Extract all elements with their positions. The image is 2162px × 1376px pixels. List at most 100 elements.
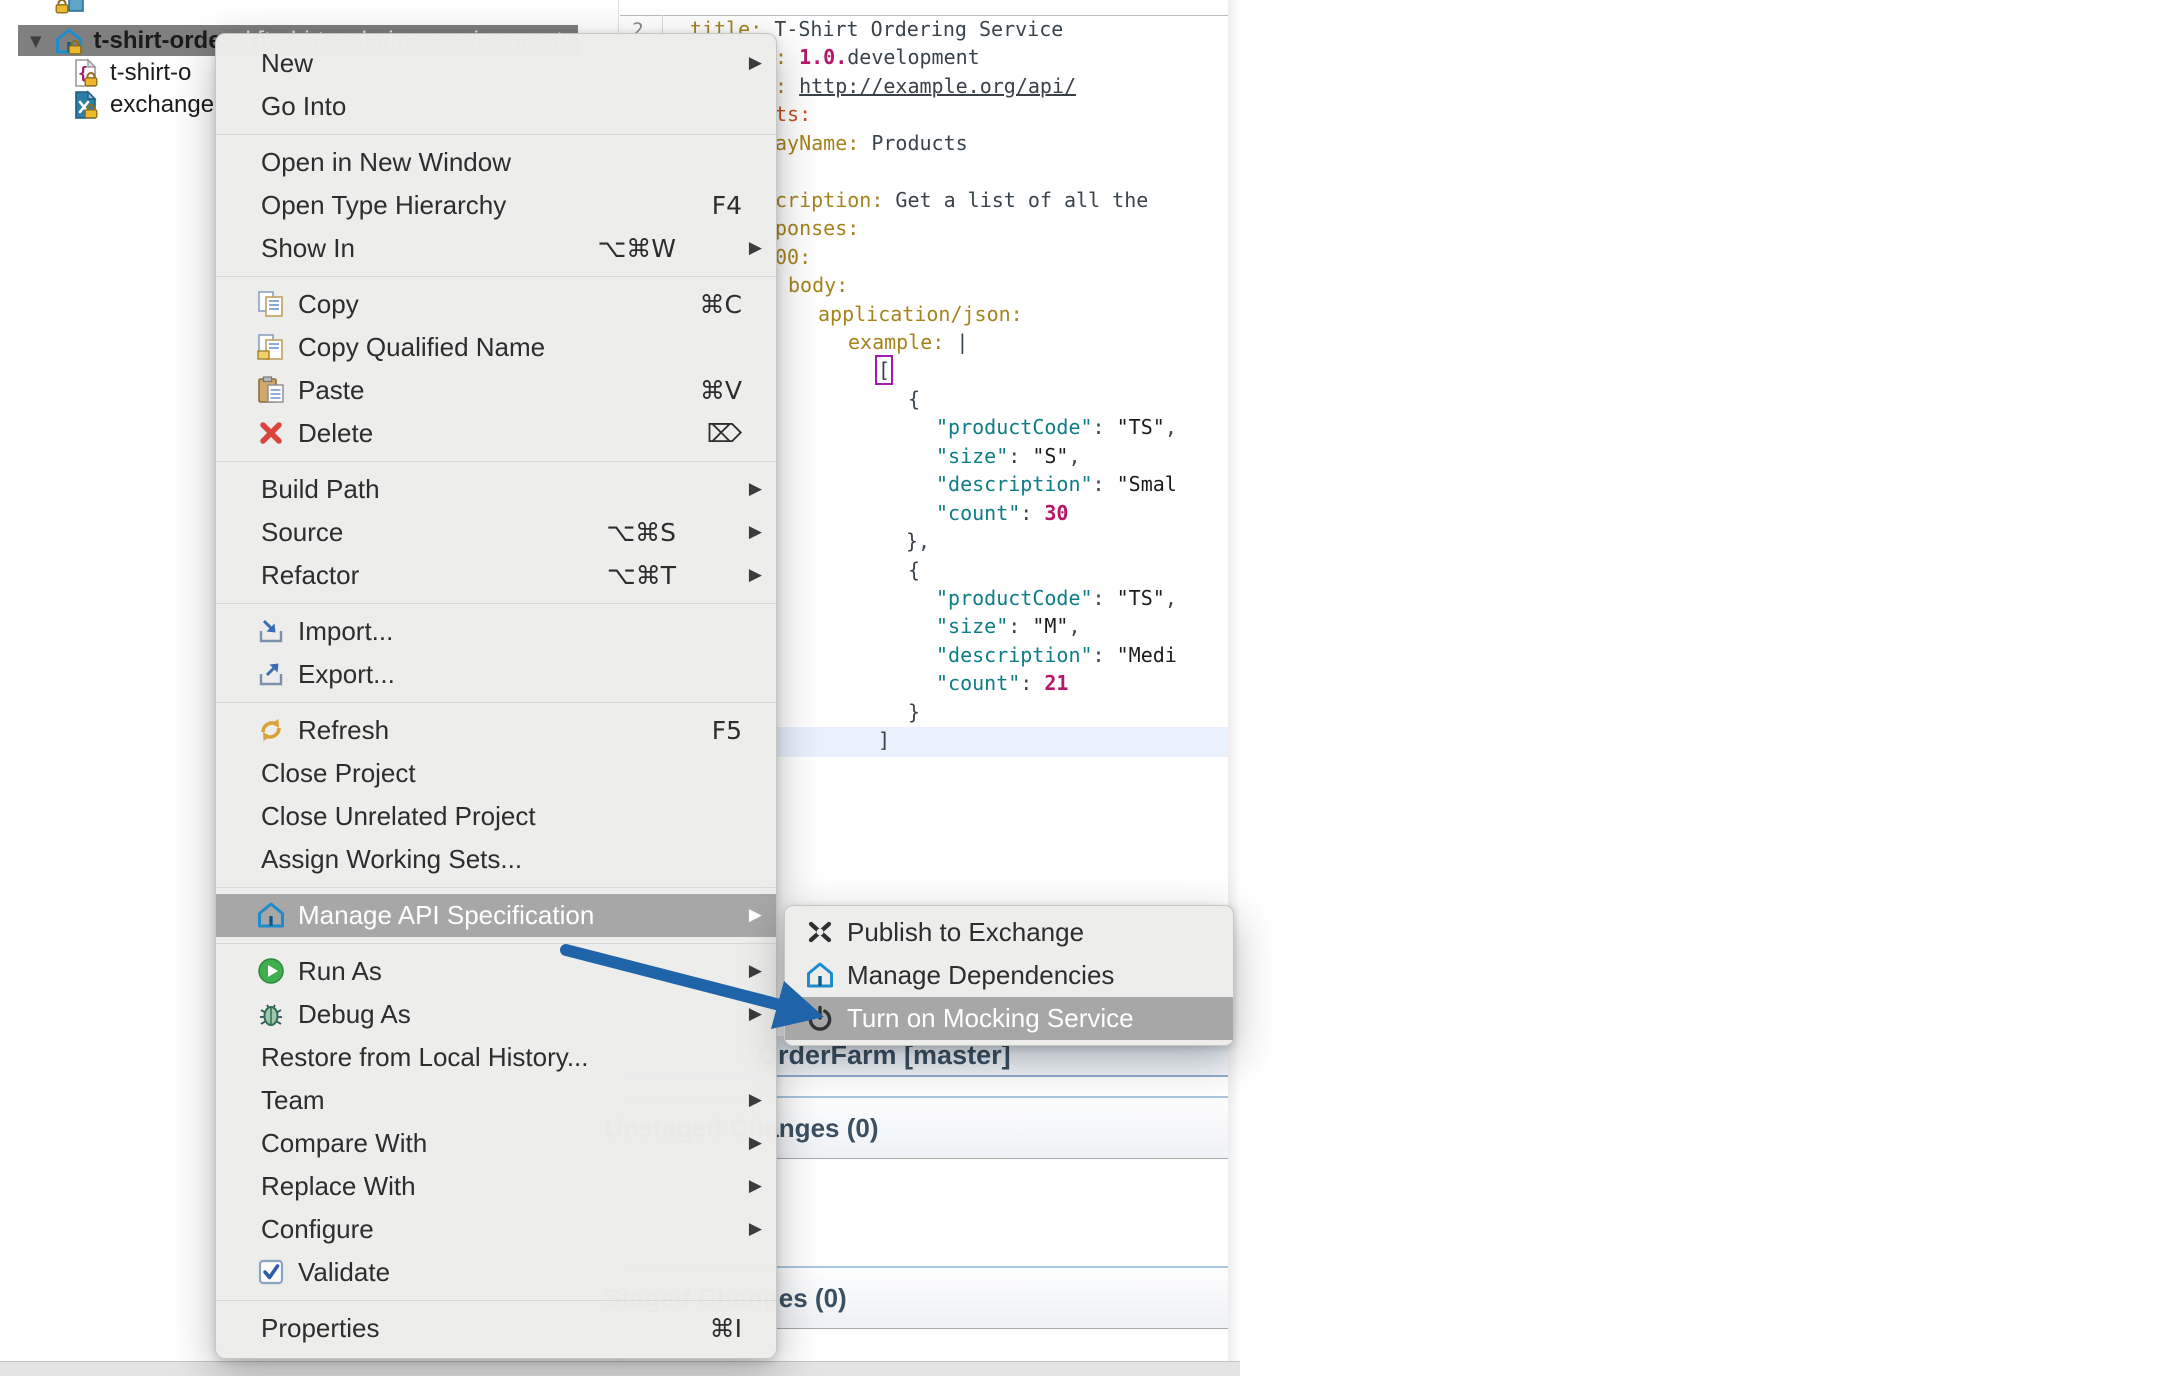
exchange-icon (805, 917, 835, 947)
run-icon (256, 956, 286, 986)
menu-item-run-as[interactable]: Run As ▶ (216, 950, 776, 993)
menu-item-import[interactable]: Import... (216, 610, 776, 653)
menu-item-label: Manage API Specification (298, 894, 594, 937)
submenu-item-manage-dependencies[interactable]: Manage Dependencies (785, 954, 1233, 997)
menu-item-properties[interactable]: Properties⌘I (216, 1307, 776, 1350)
code-line-5: ts: (775, 102, 811, 131)
code-line-24: "description": "Medi (936, 643, 1177, 672)
menu-item-label: Replace With (261, 1165, 416, 1208)
menu-item-copy[interactable]: Copy⌘C (216, 283, 776, 326)
submenu-arrow-icon: ▶ (749, 511, 762, 554)
editor-top-border (620, 15, 1228, 16)
submenu-arrow-icon: ▶ (749, 42, 762, 85)
lock-badge (69, 41, 81, 54)
submenu-arrow-icon: ▶ (749, 1079, 762, 1122)
window-right-edge (1228, 0, 1240, 1376)
menu-item-shortcut: F5 (712, 709, 742, 752)
menu-item-label: Paste (298, 369, 365, 412)
import-icon (256, 616, 286, 646)
code-line-6: ayName: Products (775, 131, 968, 160)
code-line-20: }, (906, 529, 930, 558)
menu-item-label: Refresh (298, 709, 389, 752)
menu-item-label: Import... (298, 610, 393, 653)
menu-item-shortcut: ⌘V (700, 369, 742, 412)
submenu-item-turn-on-mocking-service[interactable]: Turn on Mocking Service (785, 997, 1233, 1040)
menu-item-label: Configure (261, 1208, 374, 1251)
menu-item-label: Close Project (261, 752, 416, 795)
menu-item-source[interactable]: Source⌥⌘S▶ (216, 511, 776, 554)
code-line-25: "count": 21 (936, 671, 1068, 700)
submenu-arrow-icon: ▶ (749, 950, 762, 993)
menu-item-team[interactable]: Team▶ (216, 1079, 776, 1122)
menu-item-refresh[interactable]: Refresh F5 (216, 709, 776, 752)
code-line-3: : 1.0.development (775, 45, 980, 74)
tree-row-label: t-shirt-o (110, 59, 191, 87)
code-line-26: } (908, 700, 920, 729)
menu-item-refactor[interactable]: Refactor⌥⌘T▶ (216, 554, 776, 597)
menu-item-compare-with[interactable]: Compare With▶ (216, 1122, 776, 1165)
menu-item-manage-api-specification[interactable]: Manage API Specification ▶ (216, 894, 776, 937)
code-line-8: cription: Get a list of all the (775, 188, 1148, 217)
manage-api-specification-submenu: Publish to ExchangeManage DependenciesTu… (784, 905, 1234, 1046)
tree-row-partial (0, 0, 618, 17)
menu-item-close-project[interactable]: Close Project (216, 752, 776, 795)
menu-item-label: Build Path (261, 468, 380, 511)
menu-item-paste[interactable]: Paste ⌘V (216, 369, 776, 412)
code-line-4: : http://example.org/api/ (775, 74, 1076, 103)
validate-icon (256, 1257, 286, 1287)
power-icon (805, 1003, 835, 1033)
menu-item-label: Open in New Window (261, 141, 511, 184)
matched-bracket: [ (878, 358, 890, 382)
code-line-9: ponses: (775, 216, 859, 245)
menu-item-export[interactable]: Export... (216, 653, 776, 696)
menu-item-shortcut: ⌘C (700, 283, 742, 326)
code-line-15: { (908, 387, 920, 416)
menu-item-restore-from-local-history[interactable]: Restore from Local History... (216, 1036, 776, 1079)
code-line-10: 00: (775, 245, 811, 274)
submenu-arrow-icon: ▶ (749, 894, 762, 937)
menu-item-build-path[interactable]: Build Path ▶ (216, 468, 776, 511)
project-context-menu: New▶Go Into Open in New WindowOpen Type H… (215, 33, 777, 1359)
menu-item-shortcut: ⌦ (707, 412, 742, 455)
submenu-arrow-icon: ▶ (749, 1165, 762, 1208)
menu-item-label: Assign Working Sets... (261, 838, 522, 881)
menu-item-label: Source (261, 511, 343, 554)
menu-item-assign-working-sets[interactable]: Assign Working Sets... (216, 838, 776, 881)
menu-separator (216, 461, 776, 462)
menu-item-delete[interactable]: Delete⌦ (216, 412, 776, 455)
menu-item-open-in-new-window[interactable]: Open in New Window (216, 141, 776, 184)
menu-item-open-type-hierarchy[interactable]: Open Type HierarchyF4 (216, 184, 776, 227)
menu-item-shortcut: ⌘I (710, 1307, 742, 1350)
menu-item-label: Close Unrelated Project (261, 795, 536, 838)
menu-item-validate[interactable]: Validate (216, 1251, 776, 1294)
code-line-19: "count": 30 (936, 501, 1068, 530)
menu-item-show-in[interactable]: Show In⌥⌘W▶ (216, 227, 776, 270)
submenu-arrow-icon: ▶ (749, 993, 762, 1036)
menu-item-label: Publish to Exchange (847, 911, 1084, 954)
menu-item-new[interactable]: New▶ (216, 42, 776, 85)
expand-triangle-icon[interactable]: ▼ (30, 32, 42, 50)
menu-item-close-unrelated-project[interactable]: Close Unrelated Project (216, 795, 776, 838)
menu-item-shortcut: ⌥⌘W (597, 227, 676, 270)
menu-item-label: Restore from Local History... (261, 1036, 589, 1079)
menu-item-label: Debug As (298, 993, 411, 1036)
menu-item-configure[interactable]: Configure▶ (216, 1208, 776, 1251)
app-window: ▼t-shirt-orded [t-shirt-ordering-service… (0, 0, 2162, 1376)
code-line-14: [ (878, 358, 890, 387)
debug-icon (256, 999, 286, 1029)
code-line-27: ] (878, 728, 890, 757)
submenu-arrow-icon: ▶ (749, 1122, 762, 1165)
submenu-item-publish-to-exchange[interactable]: Publish to Exchange (785, 911, 1233, 954)
menu-item-replace-with[interactable]: Replace With ▶ (216, 1165, 776, 1208)
code-line-13: example: | (848, 330, 968, 359)
menu-item-copy-qualified-name[interactable]: Copy Qualified Name (216, 326, 776, 369)
menu-item-go-into[interactable]: Go Into (216, 85, 776, 128)
menu-item-label: Run As (298, 950, 382, 993)
submenu-arrow-icon: ▶ (749, 468, 762, 511)
menu-item-label: Refactor (261, 554, 359, 597)
code-line-21: { (908, 558, 920, 587)
code-line-22: "productCode": "TS", (936, 586, 1177, 615)
menu-item-debug-as[interactable]: Debug As ▶ (216, 993, 776, 1036)
copy-icon (256, 289, 286, 319)
menu-separator (216, 603, 776, 604)
